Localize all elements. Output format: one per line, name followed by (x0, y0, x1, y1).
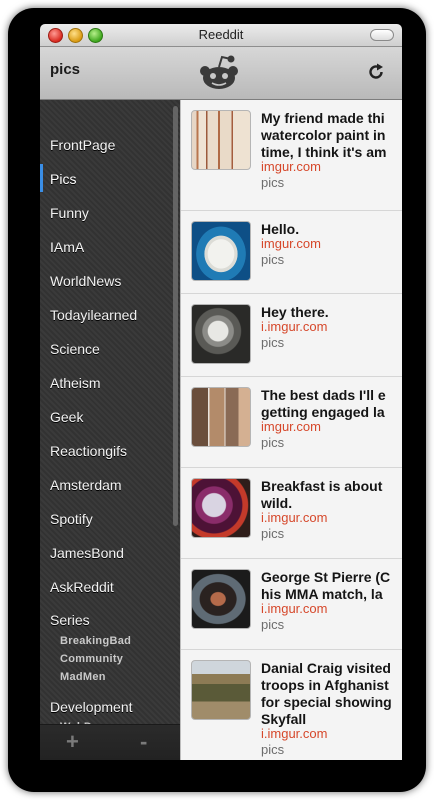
sidebar-item-worldnews[interactable]: WorldNews (50, 273, 121, 289)
post-subreddit: pics (261, 335, 285, 350)
post-item[interactable]: My friend made thi watercolor paint in tim… (181, 100, 402, 211)
sidebar-item-todayilearned[interactable]: Todayilearned (50, 307, 137, 323)
toolbar-toggle-button[interactable] (370, 29, 394, 41)
sidebar-item-jamesbond[interactable]: JamesBond (50, 545, 124, 561)
post-item[interactable]: The best dads I'll e getting engaged la im… (181, 377, 402, 468)
sidebar-group-development[interactable]: Development (50, 699, 133, 715)
post-title[interactable]: George St Pierre (C his MMA match, la (261, 569, 402, 603)
header-bar: pics (40, 47, 402, 100)
add-subreddit-button[interactable]: + (66, 729, 79, 755)
post-title-line: for special showing (261, 694, 392, 710)
sidebar-subitem-breakingbad[interactable]: BreakingBad (60, 635, 131, 647)
post-title-line: troops in Afghanist (261, 677, 389, 693)
post-item[interactable]: Hello. imgur.com pics (181, 211, 402, 294)
post-item[interactable]: George St Pierre (C his MMA match, la i.im… (181, 559, 402, 650)
sidebar-item-frontpage[interactable]: FrontPage (50, 137, 115, 153)
post-title-line: watercolor paint in (261, 127, 386, 143)
post-subreddit: pics (261, 526, 285, 541)
post-subreddit: pics (261, 175, 285, 190)
post-thumbnail[interactable] (191, 304, 251, 364)
sidebar-item-funny[interactable]: Funny (50, 205, 89, 221)
sidebar-group-series[interactable]: Series (50, 612, 90, 628)
post-thumbnail[interactable] (191, 110, 251, 170)
post-item[interactable]: Breakfast is about wild. i.imgur.com pics (181, 468, 402, 559)
sidebar-item-askreddit[interactable]: AskReddit (50, 579, 114, 595)
sidebar-footer: + - (40, 724, 180, 760)
reddit-alien-icon (200, 55, 238, 89)
sidebar-item-geek[interactable]: Geek (50, 409, 83, 425)
app-window: Reeddit pics FrontPage Pics Funny IAmA W… (8, 8, 426, 792)
post-domain[interactable]: i.imgur.com (261, 319, 327, 334)
refresh-icon[interactable] (366, 62, 386, 82)
post-domain[interactable]: imgur.com (261, 159, 321, 174)
sidebar-item-science[interactable]: Science (50, 341, 100, 357)
post-thumbnail[interactable] (191, 478, 251, 538)
sidebar: FrontPage Pics Funny IAmA WorldNews Todayilea… (40, 100, 180, 760)
post-title-line: Danial Craig visited (261, 660, 391, 676)
post-title-line: George St Pierre (C (261, 569, 391, 585)
post-title[interactable]: Breakfast is about wild. (261, 478, 402, 512)
post-domain[interactable]: imgur.com (261, 419, 321, 434)
post-title[interactable]: My friend made thi watercolor paint in tim… (261, 110, 402, 161)
sidebar-scrollbar[interactable] (173, 106, 178, 526)
post-thumbnail[interactable] (191, 569, 251, 629)
post-list: My friend made thi watercolor paint in tim… (180, 100, 402, 760)
title-bar[interactable]: Reeddit (40, 24, 402, 47)
sidebar-subitem-madmen[interactable]: MadMen (60, 671, 106, 683)
current-subreddit-title: pics (50, 61, 81, 78)
post-title-line: The best dads I'll e (261, 387, 386, 403)
post-subreddit: pics (261, 617, 285, 632)
sidebar-subitem-community[interactable]: Community (60, 653, 123, 665)
sidebar-item-iama[interactable]: IAmA (50, 239, 84, 255)
sidebar-item-reactiongifs[interactable]: Reactiongifs (50, 443, 127, 459)
post-thumbnail[interactable] (191, 660, 251, 720)
post-title[interactable]: Danial Craig visited troops in Afghanist f… (261, 660, 402, 728)
post-subreddit: pics (261, 435, 285, 450)
remove-subreddit-button[interactable]: - (140, 729, 147, 755)
post-title-line: My friend made thi (261, 110, 385, 126)
active-item-marker (40, 164, 43, 192)
sidebar-item-amsterdam[interactable]: Amsterdam (50, 477, 122, 493)
post-thumbnail[interactable] (191, 221, 251, 281)
post-title[interactable]: The best dads I'll e getting engaged la (261, 387, 402, 421)
window-frame: Reeddit pics FrontPage Pics Funny IAmA W… (40, 24, 402, 760)
post-item[interactable]: Danial Craig visited troops in Afghanist f… (181, 650, 402, 760)
post-subreddit: pics (261, 742, 285, 757)
post-thumbnail[interactable] (191, 387, 251, 447)
window-title: Reeddit (198, 27, 244, 42)
post-domain[interactable]: i.imgur.com (261, 601, 327, 616)
post-subreddit: pics (261, 252, 285, 267)
post-title-line: Breakfast is about (261, 478, 383, 494)
sidebar-item-pics[interactable]: Pics (50, 171, 76, 187)
post-domain[interactable]: i.imgur.com (261, 510, 327, 525)
sidebar-item-spotify[interactable]: Spotify (50, 511, 93, 527)
sidebar-item-atheism[interactable]: Atheism (50, 375, 101, 391)
post-item[interactable]: Hey there. i.imgur.com pics (181, 294, 402, 377)
post-domain[interactable]: imgur.com (261, 236, 321, 251)
post-domain[interactable]: i.imgur.com (261, 726, 327, 741)
